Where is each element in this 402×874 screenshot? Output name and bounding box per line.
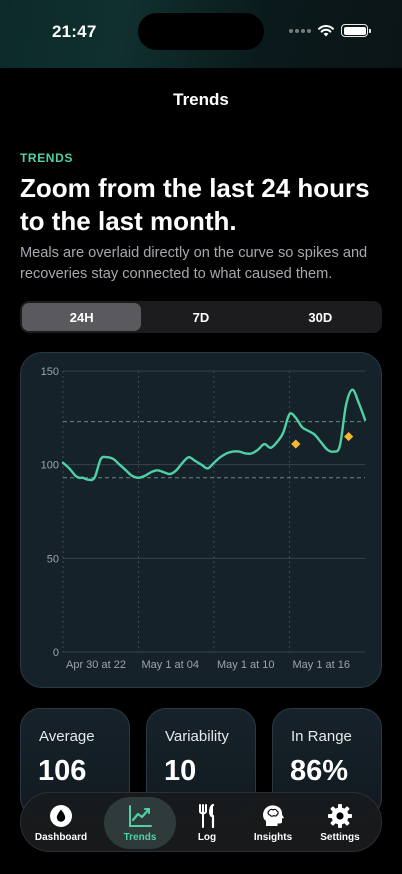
tab-label: Settings [320, 832, 360, 843]
tab-label: Dashboard [34, 832, 88, 843]
tab-label: Trends [123, 832, 157, 843]
brain-head-icon [263, 805, 284, 826]
tab-label: Insights [253, 832, 293, 843]
range-selector: 24H 7D 30D [20, 301, 382, 333]
status-bar: 21:47 [0, 0, 402, 68]
range-option-7d[interactable]: 7D [141, 303, 260, 331]
tab-insights[interactable]: Insights [237, 797, 309, 849]
meal-marker [344, 431, 354, 442]
battery-icon [341, 24, 371, 37]
stat-label: Variability [165, 728, 229, 745]
tab-label: Log [197, 832, 217, 843]
glucose-trend-chart: 0 50 100 150 Apr 30 at 22 May 1 at 04 May 1 at… [41, 366, 367, 671]
stat-value: 106 [38, 755, 87, 787]
tab-dashboard[interactable]: Dashboard [25, 797, 97, 849]
x-tick-label: May 1 at 10 [217, 659, 274, 671]
range-option-24h[interactable]: 24H [22, 303, 142, 331]
tab-log[interactable]: Log [171, 797, 243, 849]
tab-trends[interactable]: Trends [104, 797, 176, 849]
cellular-signal-icon [289, 28, 311, 33]
x-tick-label: May 1 at 16 [293, 659, 350, 671]
stat-value: 10 [164, 755, 197, 787]
page-title: Trends [173, 90, 229, 109]
status-time: 21:47 [52, 22, 97, 41]
gear-icon [328, 804, 352, 828]
y-tick-label: 0 [53, 647, 59, 659]
tab-settings[interactable]: Settings [304, 797, 376, 849]
stat-label: Average [39, 728, 95, 745]
x-tick-label: May 1 at 04 [142, 659, 199, 671]
meal-marker [291, 439, 301, 449]
y-tick-label: 150 [41, 366, 59, 378]
fork-knife-icon [199, 803, 215, 829]
dynamic-island [138, 13, 264, 50]
status-icons [289, 24, 371, 37]
y-tick-label: 50 [47, 553, 59, 565]
section-eyebrow: TRENDS [20, 151, 73, 165]
stat-value: 86% [290, 755, 349, 787]
headline: Zoom from the last 24 hours to the last … [20, 173, 370, 236]
wifi-icon [318, 24, 334, 37]
drop-icon [50, 805, 72, 827]
y-tick-label: 100 [41, 460, 59, 472]
trend-chart-icon [129, 805, 152, 827]
tab-bar: Dashboard Trends Log Insights Settings [20, 792, 382, 852]
x-tick-label: Apr 30 at 22 [66, 659, 126, 671]
stat-label: In Range [291, 728, 352, 745]
intro-description: Meals are overlaid directly on the curve… [20, 245, 368, 282]
glucose-chart-card: 0 50 100 150 Apr 30 at 22 May 1 at 04 May 1 at… [20, 352, 382, 688]
range-option-30d[interactable]: 30D [261, 303, 380, 331]
